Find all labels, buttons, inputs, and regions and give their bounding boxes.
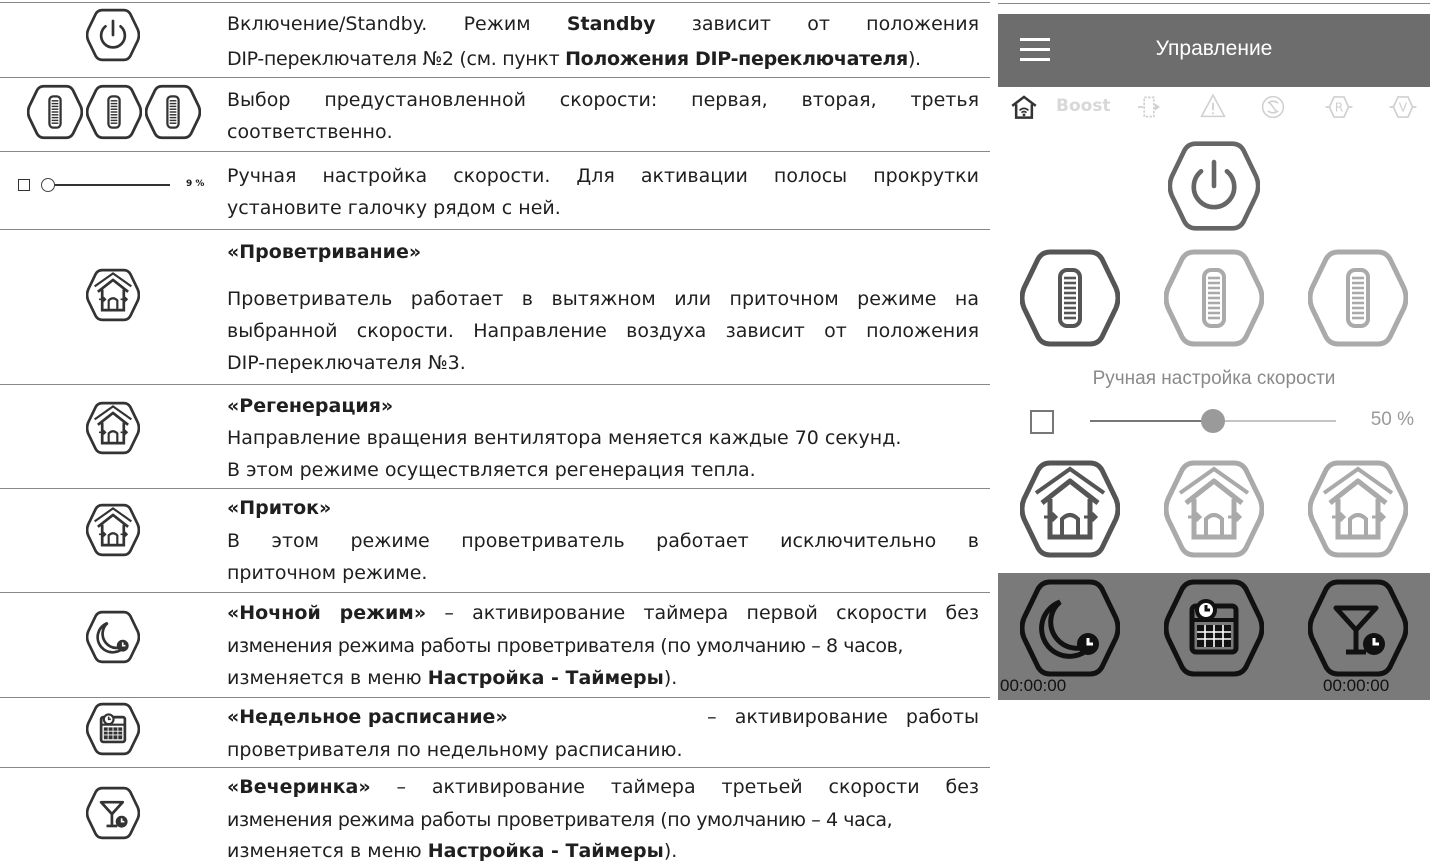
row-divider bbox=[0, 229, 990, 230]
row-ventilation-text-3: DIP-переключателя №3. bbox=[227, 352, 466, 374]
party-mode-button[interactable] bbox=[1308, 578, 1408, 678]
row-manual-text-2: установите галочку рядом с ней. bbox=[227, 197, 561, 219]
row-party-text-2: изменения режима работы проветривателя (… bbox=[227, 809, 893, 831]
row-supply-title: «Приток» bbox=[227, 497, 332, 519]
speed-3-icon bbox=[145, 84, 201, 140]
supply-mode-icon bbox=[86, 503, 140, 557]
row-regeneration-text-2: В этом режиме осуществляется регенерация… bbox=[227, 459, 756, 481]
top-divider bbox=[998, 3, 1430, 4]
weekly-schedule-icon bbox=[86, 702, 140, 756]
svg-text:R: R bbox=[1335, 100, 1344, 114]
row-divider bbox=[0, 384, 990, 385]
row-speed-text: Выбор предустановленной скорости: первая… bbox=[227, 89, 979, 111]
speed-percent: 50 % bbox=[1370, 409, 1414, 430]
row-speed-text-2: соответственно. bbox=[227, 121, 393, 143]
row-divider bbox=[0, 767, 990, 768]
row-divider bbox=[0, 77, 990, 78]
speed-slider-fill bbox=[1090, 420, 1213, 422]
row-night-text-3: изменяется в меню Настройка - Таймеры). bbox=[227, 667, 678, 689]
row-supply-text-2: приточном режиме. bbox=[227, 562, 428, 584]
supply-mode-button[interactable] bbox=[1308, 459, 1408, 559]
row-divider bbox=[0, 488, 990, 489]
status-bar: Boost R V bbox=[998, 87, 1430, 127]
boost-label: Boost bbox=[1056, 96, 1111, 116]
v-icon: V bbox=[1389, 96, 1417, 118]
row-regeneration-title: «Регенерация» bbox=[227, 395, 394, 417]
row-ventilation-text: Проветриватель работает в вытяжном или п… bbox=[227, 288, 979, 310]
manual-speed-label: Ручная настройка скорости bbox=[1092, 368, 1336, 389]
speed-1-button[interactable] bbox=[1020, 248, 1120, 348]
power-button[interactable] bbox=[1168, 140, 1260, 232]
row-ventilation-title: «Проветривание» bbox=[227, 241, 422, 263]
speed-1-icon bbox=[27, 84, 83, 140]
speed-3-button[interactable] bbox=[1308, 248, 1408, 348]
checkbox-icon bbox=[18, 179, 30, 191]
header-title: Управление bbox=[1155, 37, 1273, 60]
row-power-text-2: DIP-переключателя №2 (см. пункт Положени… bbox=[227, 48, 921, 70]
row-manual-text: Ручная настройка скорости. Для активации… bbox=[227, 165, 979, 187]
night-mode-button[interactable] bbox=[1020, 578, 1120, 678]
phone-screen: Управление Boost R V Ручная настройка ск… bbox=[998, 0, 1430, 700]
slider-thumb bbox=[41, 178, 55, 192]
row-ventilation-text-2: выбранной скорости. Направление воздуха … bbox=[227, 320, 979, 342]
row-party-text: «Вечеринка» – активирование таймера трет… bbox=[227, 776, 979, 798]
row-supply-text: В этом режиме проветриватель работает ис… bbox=[227, 530, 979, 552]
row-weekly-text-2: проветривателя по недельному расписанию. bbox=[227, 739, 683, 761]
party-mode-icon bbox=[86, 786, 140, 840]
fan-icon bbox=[1137, 96, 1161, 118]
row-weekly-text: «Недельное расписание» – активирование ра… bbox=[227, 706, 979, 728]
row-divider bbox=[0, 592, 990, 593]
r-icon: R bbox=[1325, 96, 1353, 118]
slider-percent: 9 % bbox=[186, 179, 205, 189]
power-icon bbox=[86, 8, 140, 62]
row-night-text-2: изменения режима работы проветривателя (… bbox=[227, 635, 904, 657]
party-timer: 00:00:00 bbox=[1323, 676, 1390, 695]
ventilation-mode-button[interactable] bbox=[1020, 459, 1120, 559]
row-night-text: «Ночной режим» – активирование таймера п… bbox=[227, 602, 979, 624]
row-divider bbox=[0, 697, 990, 698]
night-mode-icon bbox=[86, 610, 140, 664]
home-wifi-icon bbox=[1011, 95, 1037, 119]
row-regeneration-text: Направление вращения вентилятора меняетс… bbox=[227, 427, 902, 449]
filter-icon bbox=[1261, 95, 1285, 119]
ventilation-mode-icon bbox=[86, 268, 140, 322]
row-power-text: Включение/Standby. Режим Standby зависит… bbox=[227, 13, 979, 35]
night-timer: 00:00:00 bbox=[1000, 676, 1067, 695]
weekly-schedule-button[interactable] bbox=[1164, 578, 1264, 678]
speed-slider-thumb[interactable] bbox=[1201, 409, 1225, 433]
regeneration-mode-icon bbox=[86, 401, 140, 455]
regeneration-mode-button[interactable] bbox=[1164, 459, 1264, 559]
speed-2-button[interactable] bbox=[1164, 248, 1264, 348]
svg-text:V: V bbox=[1399, 100, 1408, 114]
speed-2-icon bbox=[86, 84, 142, 140]
row-divider bbox=[0, 151, 990, 152]
app-header: Управление bbox=[998, 14, 1430, 87]
alert-icon bbox=[1200, 93, 1226, 118]
slider-icon bbox=[48, 184, 170, 186]
manual-speed-checkbox[interactable] bbox=[1030, 410, 1054, 434]
row-party-text-3: изменяется в меню Настройка - Таймеры). bbox=[227, 840, 678, 862]
row-divider bbox=[0, 2, 990, 3]
